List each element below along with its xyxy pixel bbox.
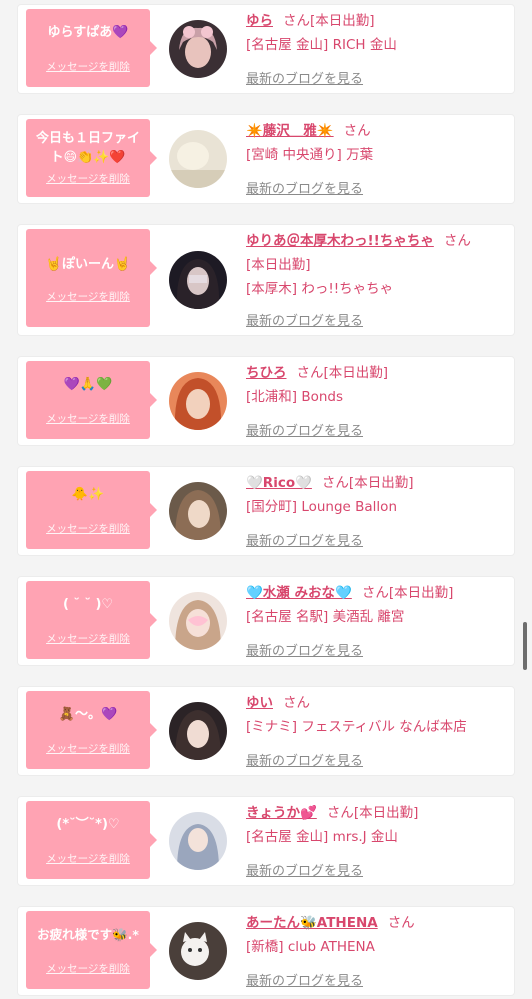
cast-name-link[interactable]: ちひろ (246, 365, 287, 381)
delete-message-link[interactable]: メッセージを削除 (26, 289, 150, 304)
avatar[interactable] (169, 251, 227, 309)
shop-info: [名古屋 金山] RICH 金山 (246, 37, 397, 53)
scrollbar-thumb[interactable] (523, 622, 527, 670)
shop-info: [本厚木] わっ!!ちゃちゃ (246, 281, 394, 297)
shop-info: [国分町] Lounge Ballon (246, 499, 397, 515)
avatar-photo (169, 812, 227, 870)
status-badge: [本日出勤] (323, 365, 389, 381)
message-bubble: ゆらすぱあ💜 メッセージを削除 (26, 9, 157, 87)
honorific: さん (326, 805, 354, 821)
message-bubble: ( ˘ ˘ )♡ メッセージを削除 (26, 581, 157, 659)
latest-blog-link[interactable]: 最新のブログを見る (246, 68, 363, 87)
delete-message-link[interactable]: メッセージを削除 (26, 741, 150, 756)
avatar[interactable] (169, 482, 227, 540)
honorific: さん (387, 915, 415, 931)
avatar-photo (169, 251, 227, 309)
message-text: (*˘︶˘*)♡ (56, 817, 120, 832)
shop-info: [名古屋 金山] mrs.J 金山 (246, 829, 398, 845)
message-text: 🐥✨ (71, 487, 105, 502)
message-card: (*˘︶˘*)♡ メッセージを削除 きょうか💕 さん[本日出勤] [名古屋 金山]… (18, 797, 514, 885)
delete-message-link[interactable]: メッセージを削除 (26, 59, 150, 74)
delete-message-link[interactable]: メッセージを削除 (26, 851, 150, 866)
shop-info: [宮崎 中央通り] 万葉 (246, 147, 374, 163)
cast-name-link[interactable]: 🩵水瀬 みおな🩵 (246, 585, 352, 601)
cast-name-link[interactable]: 🤍Rico🤍 (246, 475, 312, 491)
message-text: 今日も１日ファイト😄👏✨❤️ (35, 131, 140, 165)
delete-message-link[interactable]: メッセージを削除 (26, 521, 150, 536)
cast-name-link[interactable]: ゆら (246, 13, 273, 29)
message-card: 🧸〜。💜 メッセージを削除 ゆい さん [ミナミ] フェスティバル なんば本店 最… (18, 687, 514, 775)
message-text: ( ˘ ˘ )♡ (62, 597, 114, 612)
avatar-photo (169, 482, 227, 540)
avatar[interactable] (169, 922, 227, 980)
cast-name-link[interactable]: きょうか💕 (246, 805, 317, 821)
latest-blog-link[interactable]: 最新のブログを見る (246, 640, 363, 659)
latest-blog-link[interactable]: 最新のブログを見る (246, 750, 363, 769)
avatar[interactable] (169, 130, 227, 188)
message-bubble: 💜🙏💚 メッセージを削除 (26, 361, 157, 439)
message-bubble: お疲れ様です🐝.* メッセージを削除 (26, 911, 157, 989)
latest-blog-link[interactable]: 最新のブログを見る (246, 178, 363, 197)
honorific: さん (443, 233, 471, 249)
delete-message-link[interactable]: メッセージを削除 (26, 961, 150, 976)
message-card: 💜🙏💚 メッセージを削除 ちひろ さん[本日出勤] [北浦和] Bonds 最新の… (18, 357, 514, 445)
message-card: ゆらすぱあ💜 メッセージを削除 ゆら さん[本日出勤] [名古屋 金山] RICH… (18, 5, 514, 93)
message-card: 🐥✨ メッセージを削除 🤍Rico🤍 さん[本日出勤] [国分町] Lounge … (18, 467, 514, 555)
message-card: 🤘ぽいーん🤘 メッセージを削除 ゆりあ＠本厚木わっ!!ちゃちゃ さん [本日出勤]… (18, 225, 514, 335)
avatar-photo (169, 702, 227, 760)
message-bubble: 🤘ぽいーん🤘 メッセージを削除 (26, 229, 157, 327)
latest-blog-link[interactable]: 最新のブログを見る (246, 970, 363, 989)
honorific: さん (343, 123, 371, 139)
message-card: ( ˘ ˘ )♡ メッセージを削除 🩵水瀬 みおな🩵 さん[本日出勤] [名古屋 … (18, 577, 514, 665)
message-text: 🤘ぽいーん🤘 (45, 257, 131, 272)
honorific: さん (361, 585, 389, 601)
avatar[interactable] (169, 372, 227, 430)
latest-blog-link[interactable]: 最新のブログを見る (246, 530, 363, 549)
status-badge: [本日出勤] (353, 805, 419, 821)
cast-name-link[interactable]: ゆりあ＠本厚木わっ!!ちゃちゃ (246, 233, 434, 249)
message-text: 💜🙏💚 (63, 377, 113, 392)
avatar-photo (169, 20, 227, 78)
message-bubble: 今日も１日ファイト😄👏✨❤️ メッセージを削除 (26, 119, 157, 197)
avatar-photo (169, 922, 227, 980)
latest-blog-link[interactable]: 最新のブログを見る (246, 860, 363, 879)
cast-name-link[interactable]: あーたん🐝ATHENA (246, 915, 378, 931)
honorific: さん (283, 695, 310, 711)
message-card: お疲れ様です🐝.* メッセージを削除 あーたん🐝ATHENA さん [新橋] cl… (18, 907, 514, 995)
honorific: さん (296, 365, 324, 381)
honorific: さん (283, 13, 310, 29)
message-text: お疲れ様です🐝.* (37, 927, 139, 942)
avatar-photo (169, 592, 227, 650)
message-list: ゆらすぱあ💜 メッセージを削除 ゆら さん[本日出勤] [名古屋 金山] RICH… (0, 0, 532, 999)
message-bubble: 🧸〜。💜 メッセージを削除 (26, 691, 157, 769)
honorific: さん (321, 475, 349, 491)
cast-name-link[interactable]: ✴️藤沢＿雅✴️ (246, 123, 334, 139)
avatar[interactable] (169, 592, 227, 650)
delete-message-link[interactable]: メッセージを削除 (26, 411, 150, 426)
message-bubble: 🐥✨ メッセージを削除 (26, 471, 157, 549)
message-card: 今日も１日ファイト😄👏✨❤️ メッセージを削除 ✴️藤沢＿雅✴️ さん [宮崎 中… (18, 115, 514, 203)
status-badge: [本日出勤] (348, 475, 414, 491)
shop-info: [新橋] club ATHENA (246, 939, 375, 955)
status-badge: [本日出勤] (246, 257, 311, 273)
cast-name-link[interactable]: ゆい (246, 695, 273, 711)
status-badge: [本日出勤] (310, 13, 375, 29)
shop-info: [ミナミ] フェスティバル なんば本店 (246, 719, 467, 735)
delete-message-link[interactable]: メッセージを削除 (26, 171, 150, 186)
avatar[interactable] (169, 20, 227, 78)
avatar-photo (169, 130, 227, 188)
shop-info: [北浦和] Bonds (246, 389, 344, 405)
avatar[interactable] (169, 702, 227, 760)
message-text: ゆらすぱあ💜 (47, 25, 129, 40)
shop-info: [名古屋 名駅] 美酒乱 離宮 (246, 609, 405, 625)
avatar-photo (169, 372, 227, 430)
avatar[interactable] (169, 812, 227, 870)
latest-blog-link[interactable]: 最新のブログを見る (246, 310, 363, 329)
message-bubble: (*˘︶˘*)♡ メッセージを削除 (26, 801, 157, 879)
delete-message-link[interactable]: メッセージを削除 (26, 631, 150, 646)
status-badge: [本日出勤] (388, 585, 454, 601)
message-text: 🧸〜。💜 (58, 707, 118, 722)
latest-blog-link[interactable]: 最新のブログを見る (246, 420, 363, 439)
